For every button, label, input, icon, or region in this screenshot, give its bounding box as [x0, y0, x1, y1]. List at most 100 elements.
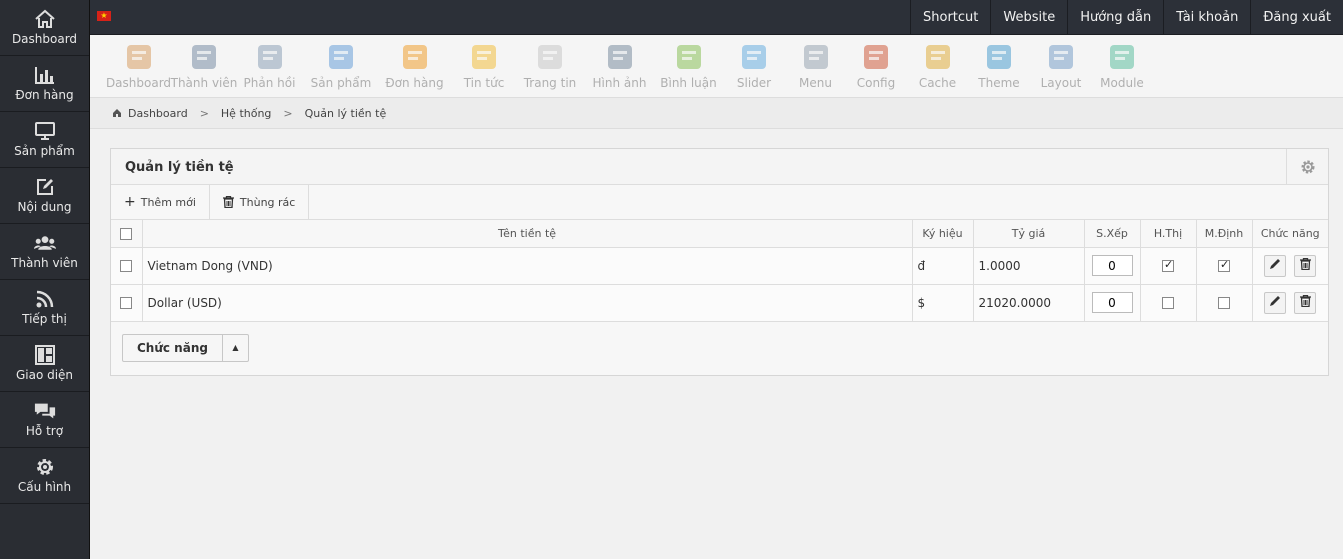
caret-up-icon[interactable]: ▲ — [223, 335, 248, 361]
plus-icon: + — [124, 194, 136, 210]
monitor-icon — [34, 121, 56, 141]
menu-icon — [803, 45, 828, 69]
toolbar-hinh-anh[interactable]: Hình ảnh — [583, 35, 656, 97]
sidebar-item-label: Nội dung — [17, 200, 72, 214]
function-button[interactable]: Chức năng — [123, 334, 223, 361]
san-pham-icon — [329, 45, 353, 69]
sidebar-item-label: Giao diện — [15, 368, 74, 382]
toolbar-cache[interactable]: Cache — [908, 35, 967, 97]
toolbar-item-label: Config — [856, 76, 896, 90]
row-checkbox[interactable] — [120, 297, 133, 309]
sidebar-item-label: Sản phẩm — [14, 144, 75, 158]
toolbar-item-label: Trang tin — [523, 76, 577, 90]
default-checkbox[interactable] — [1218, 297, 1230, 309]
sidebar-item-members[interactable]: Thành viên — [0, 224, 89, 280]
currency-symbol: $ — [911, 283, 974, 322]
sidebar-item-label: Tiếp thị — [22, 312, 67, 326]
edit-button[interactable] — [1264, 254, 1287, 277]
toolbar-binh-luan[interactable]: Bình luận — [656, 35, 721, 97]
account-link[interactable]: Tài khoản — [1163, 0, 1250, 35]
sidebar-item-label: Hỗ trợ — [25, 424, 64, 438]
sidebar-item-support[interactable]: Hỗ trợ — [0, 392, 89, 448]
currency-name: Vietnam Dong (VND) — [141, 246, 913, 285]
toolbar-layout[interactable]: Layout — [1031, 35, 1091, 97]
module-icon — [1110, 45, 1134, 69]
config-icon — [864, 45, 888, 69]
shortcut-link[interactable]: Shortcut — [910, 0, 990, 35]
toolbar-item-label: Layout — [1040, 76, 1082, 90]
toolbar-phan-hoi[interactable]: Phản hồi — [235, 35, 304, 97]
sidebar-item-settings[interactable]: Cấu hình — [0, 448, 89, 504]
edit-button[interactable] — [1264, 291, 1287, 314]
row-select-cell — [111, 283, 143, 322]
website-link[interactable]: Website — [990, 0, 1067, 35]
trash-button[interactable]: Thùng rác — [210, 185, 310, 219]
panel-header: Quản lý tiền tệ — [111, 149, 1328, 185]
sidebar-item-interface[interactable]: Giao diện — [0, 336, 89, 392]
currency-symbol: đ — [911, 246, 974, 285]
actions-cell — [1251, 246, 1328, 285]
toolbar-slider[interactable]: Slider — [721, 35, 787, 97]
show-checkbox[interactable] — [1162, 297, 1174, 309]
toolbar-don-hang[interactable]: Đơn hàng — [378, 35, 451, 97]
toolbar-trang-tin[interactable]: Trang tin — [517, 35, 583, 97]
toolbar-theme[interactable]: Theme — [967, 35, 1031, 97]
add-new-button[interactable]: + Thêm mới — [111, 185, 210, 219]
breadcrumb-separator: > — [283, 106, 293, 120]
tin-tuc-icon — [472, 45, 496, 69]
default-checkbox[interactable] — [1218, 258, 1230, 272]
breadcrumb-dashboard[interactable]: Dashboard — [128, 107, 188, 120]
column-default: M.Định — [1195, 220, 1253, 248]
breadcrumb: Dashboard > Hệ thống > Quản lý tiền tệ — [90, 98, 1343, 129]
chat-icon — [34, 401, 56, 421]
sidebar-item-products[interactable]: Sản phẩm — [0, 112, 89, 168]
toolbar-item-label: Cache — [918, 76, 957, 90]
logout-link[interactable]: Đăng xuất — [1250, 0, 1343, 35]
toolbar-config[interactable]: Config — [844, 35, 908, 97]
delete-button[interactable] — [1294, 254, 1317, 277]
sidebar-item-dashboard[interactable]: Dashboard — [0, 0, 89, 56]
breadcrumb-system[interactable]: Hệ thống — [221, 107, 272, 120]
trash-icon — [1299, 294, 1311, 307]
column-symbol: Ký hiệu — [911, 220, 974, 248]
toolbar-item-label: Theme — [978, 76, 1020, 90]
row-checkbox[interactable] — [120, 260, 133, 272]
rss-icon — [34, 289, 56, 309]
column-actions: Chức năng — [1251, 220, 1328, 248]
vietnam-flag-icon[interactable]: ★ — [97, 11, 111, 21]
toolbar-tin-tuc[interactable]: Tin tức — [451, 35, 517, 97]
currency-table: Tên tiền tệ Ký hiệu Tỷ giá S.Xếp H.Thị M… — [111, 220, 1328, 322]
sidebar-item-marketing[interactable]: Tiếp thị — [0, 280, 89, 336]
panel-settings-button[interactable] — [1286, 149, 1328, 185]
select-all-checkbox[interactable] — [120, 227, 133, 240]
add-new-label: Thêm mới — [140, 195, 196, 209]
actions-cell — [1251, 283, 1328, 322]
sort-order-input[interactable] — [1091, 292, 1133, 313]
toolbar-thanh-vien[interactable]: Thành viên — [171, 35, 237, 97]
bar-chart-icon — [34, 65, 56, 85]
phan-hoi-icon — [257, 45, 282, 69]
pencil-icon — [1270, 295, 1281, 306]
gear-icon — [34, 457, 56, 477]
delete-button[interactable] — [1294, 291, 1317, 314]
sidebar-item-orders[interactable]: Đơn hàng — [0, 56, 89, 112]
sidebar-item-content[interactable]: Nội dung — [0, 168, 89, 224]
top-bar: ★ Shortcut Website Hướng dẫn Tài khoản Đ… — [90, 0, 1343, 35]
sidebar-item-label: Cấu hình — [17, 480, 72, 494]
theme-icon — [987, 45, 1011, 69]
shortcut-toolbar: Dashboard Thành viên Phản hồi Sản phẩm Đơn h… — [90, 35, 1343, 98]
guide-link[interactable]: Hướng dẫn — [1067, 0, 1163, 35]
toolbar-item-label: Dashboard — [105, 76, 172, 90]
trash-icon — [1299, 257, 1311, 270]
toolbar-menu[interactable]: Menu — [787, 35, 844, 97]
column-rate: Tỷ giá — [972, 220, 1085, 248]
sidebar: Dashboard Đơn hàng Sản phẩm Nội dung Thà… — [0, 0, 90, 559]
dashboard-icon — [126, 45, 151, 69]
toolbar-dashboard[interactable]: Dashboard — [104, 35, 173, 97]
toolbar-san-pham[interactable]: Sản phẩm — [304, 35, 378, 97]
currency-rate: 21020.0000 — [972, 283, 1085, 322]
toolbar-module[interactable]: Module — [1091, 35, 1153, 97]
sort-order-input[interactable] — [1091, 255, 1133, 276]
show-checkbox[interactable] — [1162, 258, 1174, 272]
cache-icon — [925, 45, 950, 69]
